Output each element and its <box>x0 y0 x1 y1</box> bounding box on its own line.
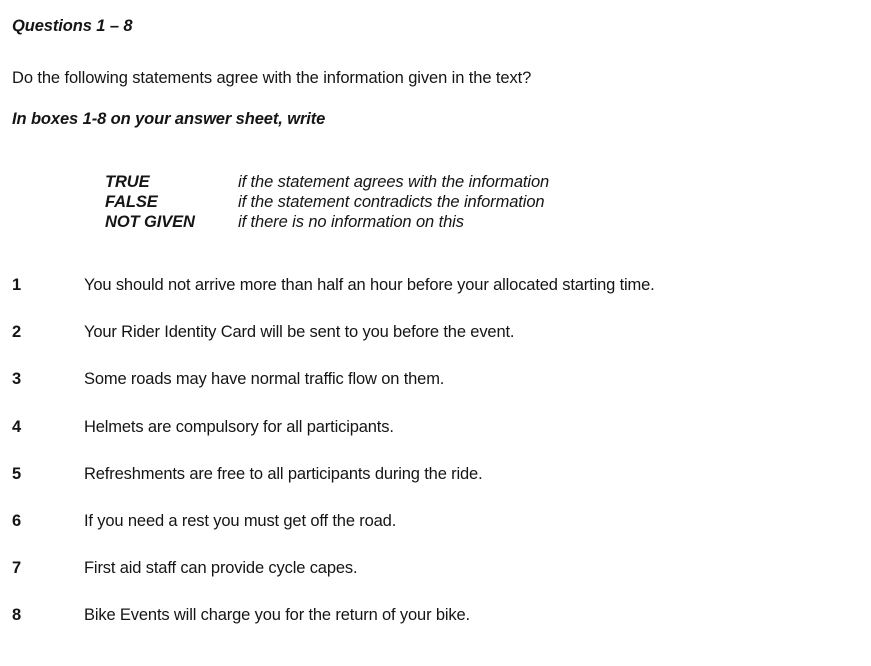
statement-row: 7 First aid staff can provide cycle cape… <box>0 559 871 606</box>
statement-number: 2 <box>12 323 22 342</box>
statement-text: Bike Events will charge you for the retu… <box>84 606 470 625</box>
statement-number: 1 <box>12 276 22 294</box>
statement-number: 3 <box>12 370 22 389</box>
questions-heading: Questions 1 – 8 <box>12 17 133 35</box>
statement-row: 8 Bike Events will charge you for the re… <box>0 606 871 653</box>
statement-text: Some roads may have normal traffic flow … <box>84 370 445 389</box>
statement-text: You should not arrive more than half an … <box>84 276 655 294</box>
statement-number: 7 <box>12 559 22 578</box>
legend-row-false: FALSE if the statement contradicts the i… <box>105 192 549 212</box>
statement-text: Your Rider Identity Card will be sent to… <box>84 323 515 342</box>
statement-row: 2 Your Rider Identity Card will be sent … <box>0 323 871 370</box>
statement-number: 4 <box>12 417 22 436</box>
legend-term-not-given: NOT GIVEN <box>105 213 195 231</box>
statement-number: 6 <box>12 511 22 530</box>
questions-prompt: Do the following statements agree with t… <box>12 69 532 87</box>
document-page: Questions 1 – 8 Do the following stateme… <box>0 0 871 666</box>
legend-term-true: TRUE <box>105 173 150 191</box>
statement-row: 5 Refreshments are free to all participa… <box>0 465 871 512</box>
statement-row: 4 Helmets are compulsory for all partici… <box>0 418 871 465</box>
legend-term-false: FALSE <box>105 193 158 211</box>
statements-list: 1 You should not arrive more than half a… <box>0 276 871 654</box>
statement-text: If you need a rest you must get off the … <box>84 511 397 530</box>
statement-text: Helmets are compulsory for all participa… <box>84 417 394 436</box>
statement-number: 8 <box>12 606 22 625</box>
statement-number: 5 <box>12 464 22 483</box>
statement-row: 6 If you need a rest you must get off th… <box>0 512 871 559</box>
statement-text: First aid staff can provide cycle capes. <box>84 559 358 578</box>
legend-row-true: TRUE if the statement agrees with the in… <box>105 172 549 192</box>
legend-description-true: if the statement agrees with the informa… <box>238 173 550 191</box>
statement-row: 1 You should not arrive more than half a… <box>0 276 871 323</box>
answer-sheet-instruction: In boxes 1-8 on your answer sheet, write <box>12 110 326 128</box>
legend-description-false: if the statement contradicts the informa… <box>238 193 545 211</box>
answer-options-legend: TRUE if the statement agrees with the in… <box>105 172 549 232</box>
legend-description-not-given: if there is no information on this <box>238 213 464 231</box>
statement-text: Refreshments are free to all participant… <box>84 464 483 483</box>
statement-row: 3 Some roads may have normal traffic flo… <box>0 370 871 417</box>
legend-row-not-given: NOT GIVEN if there is no information on … <box>105 212 549 232</box>
